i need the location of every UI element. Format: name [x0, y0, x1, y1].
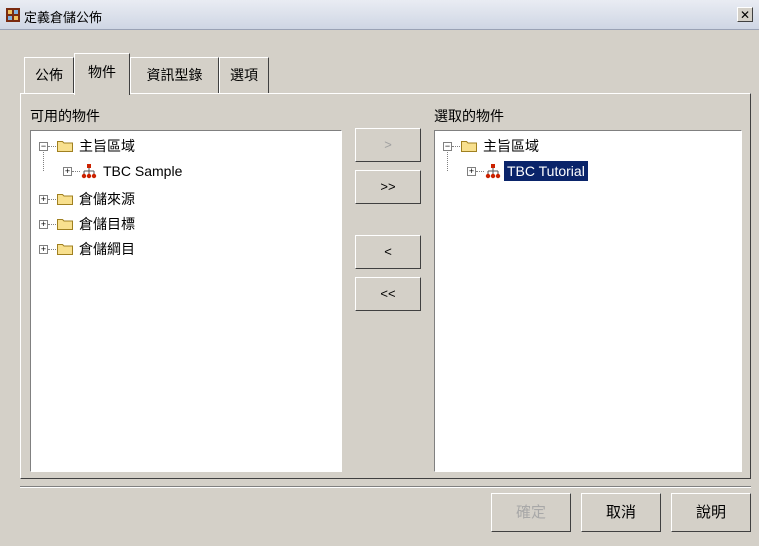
tab-label: 公佈 [35, 67, 63, 83]
tree-item-label: 倉儲綱目 [79, 241, 135, 257]
close-button[interactable]: ✕ [737, 7, 753, 22]
hierarchy-icon [485, 164, 501, 179]
tree-item-label: 倉儲來源 [79, 191, 135, 207]
folder-icon [57, 141, 73, 152]
divider [20, 486, 751, 488]
tree-item-label: 主旨區域 [483, 138, 539, 154]
available-objects-label: 可用的物件 [30, 108, 100, 124]
add-button[interactable]: > [355, 128, 421, 162]
add-all-button[interactable]: >> [355, 170, 421, 204]
tab-label: 選項 [230, 67, 258, 83]
folder-icon [57, 219, 73, 230]
ok-button[interactable]: 確定 [491, 493, 571, 532]
folder-icon [57, 194, 73, 205]
window-title: 定義倉儲公佈 [24, 10, 103, 25]
collapse-icon[interactable]: − [443, 142, 452, 151]
remove-button[interactable]: < [355, 235, 421, 269]
folder-icon [57, 244, 73, 255]
expand-icon[interactable]: + [39, 245, 48, 254]
tab-label: 物件 [88, 64, 116, 80]
expand-icon[interactable]: + [63, 167, 72, 176]
cancel-button[interactable]: 取消 [581, 493, 661, 532]
tab-publish[interactable]: 公佈 [24, 57, 74, 94]
expand-icon[interactable]: + [39, 195, 48, 204]
hierarchy-icon [81, 164, 97, 179]
close-icon: ✕ [739, 8, 751, 22]
selected-objects-tree[interactable]: − 主旨區域 + TBC Tutorial [434, 130, 742, 472]
folder-icon [461, 141, 477, 152]
tab-label: 資訊型錄 [146, 67, 203, 83]
selected-objects-label: 選取的物件 [434, 108, 504, 124]
expand-icon[interactable]: + [467, 167, 476, 176]
tree-item-label: TBC Sample [103, 163, 183, 179]
collapse-icon[interactable]: − [39, 142, 48, 151]
tab-information-catalog[interactable]: 資訊型錄 [130, 57, 219, 94]
available-objects-tree[interactable]: − 主旨區域 + TBC Sample + 倉儲來源 + 倉儲目標 + 倉儲綱目 [30, 130, 342, 472]
tab-objects[interactable]: 物件 [74, 53, 130, 95]
help-button[interactable]: 說明 [671, 493, 751, 532]
title-bar: 定義倉儲公佈 ✕ [0, 0, 759, 30]
tree-item-label: 主旨區域 [79, 138, 135, 154]
tree-item-label-selected: TBC Tutorial [504, 161, 588, 181]
app-icon [6, 8, 20, 22]
tree-item-label: 倉儲目標 [79, 216, 135, 232]
tab-options[interactable]: 選項 [219, 57, 269, 94]
expand-icon[interactable]: + [39, 220, 48, 229]
remove-all-button[interactable]: << [355, 277, 421, 311]
